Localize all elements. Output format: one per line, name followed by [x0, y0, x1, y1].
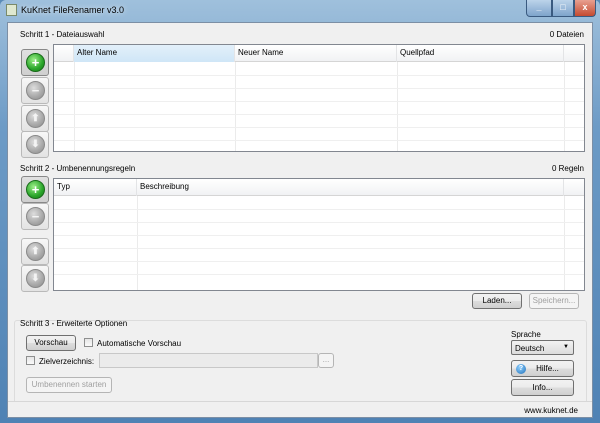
move-rule-up-button[interactable]: ⬆ [21, 238, 49, 265]
file-table[interactable]: Alter Name Neuer Name Quellpfad [53, 44, 585, 152]
row-header-column [54, 45, 74, 62]
client-area: Schritt 1 - Dateiauswahl 0 Dateien + − ⬆… [7, 22, 593, 418]
plus-icon: + [26, 180, 45, 199]
add-file-button[interactable]: + [21, 49, 49, 76]
arrow-down-icon: ⬇ [26, 135, 45, 154]
column-source-path[interactable]: Quellpfad [397, 45, 564, 62]
title-bar: KuKnet FileRenamer v3.0 _ □ x [0, 0, 600, 20]
column-new-name[interactable]: Neuer Name [235, 45, 397, 62]
file-table-header: Alter Name Neuer Name Quellpfad [54, 45, 584, 62]
start-rename-button[interactable]: Umbenennen starten [26, 377, 112, 393]
arrow-down-icon: ⬇ [26, 269, 45, 288]
move-rule-down-button[interactable]: ⬇ [21, 265, 49, 292]
rule-table-header: Typ Beschreibung [54, 179, 584, 196]
arrow-up-icon: ⬆ [26, 109, 45, 128]
language-label: Sprache [511, 330, 541, 339]
target-dir-label: Zielverzeichnis: [39, 357, 95, 366]
plus-icon: + [26, 53, 45, 72]
auto-preview-checkbox[interactable] [84, 338, 93, 347]
column-description[interactable]: Beschreibung [137, 179, 564, 196]
language-value: Deutsch [515, 344, 545, 353]
maximize-button[interactable]: □ [552, 0, 574, 17]
move-file-down-button[interactable]: ⬇ [21, 131, 49, 158]
save-rules-button[interactable]: Speichern... [529, 293, 579, 309]
app-icon [6, 4, 17, 16]
remove-file-button[interactable]: − [21, 77, 49, 104]
load-rules-button[interactable]: Laden... [472, 293, 522, 309]
auto-preview-label: Automatische Vorschau [97, 339, 182, 348]
column-old-name[interactable]: Alter Name [74, 45, 235, 62]
minus-icon: − [26, 81, 45, 100]
target-dir-input[interactable] [99, 353, 318, 368]
language-select[interactable]: Deutsch ▼ [511, 340, 574, 355]
help-icon: ? [516, 364, 526, 374]
info-button[interactable]: Info... [511, 379, 574, 396]
minus-icon: − [26, 207, 45, 226]
target-dir-checkbox[interactable] [26, 356, 35, 365]
arrow-up-icon: ⬆ [26, 242, 45, 261]
step1-label: Schritt 1 - Dateiauswahl [20, 30, 105, 39]
rule-table[interactable]: Typ Beschreibung [53, 178, 585, 291]
website-link[interactable]: www.kuknet.de [524, 406, 578, 415]
minimize-button[interactable]: _ [526, 0, 552, 17]
dropdown-arrow-icon: ▼ [563, 344, 569, 350]
help-button[interactable]: ? Hilfe... [511, 360, 574, 377]
preview-button[interactable]: Vorschau [26, 335, 76, 351]
help-label: Hilfe... [536, 364, 559, 373]
window-title: KuKnet FileRenamer v3.0 [21, 5, 125, 15]
step3-label: Schritt 3 - Erweiterte Optionen [20, 319, 128, 328]
status-bar: www.kuknet.de [8, 401, 592, 417]
step2-label: Schritt 2 - Umbenennungsregeln [20, 164, 136, 173]
close-button[interactable]: x [574, 0, 596, 17]
move-file-up-button[interactable]: ⬆ [21, 105, 49, 132]
column-type[interactable]: Typ [54, 179, 137, 196]
browse-button[interactable]: ... [318, 353, 334, 368]
add-rule-button[interactable]: + [21, 176, 49, 203]
file-count: 0 Dateien [549, 30, 584, 39]
app-window: KuKnet FileRenamer v3.0 _ □ x Schritt 1 … [0, 0, 600, 423]
rule-count: 0 Regeln [551, 164, 584, 173]
remove-rule-button[interactable]: − [21, 203, 49, 230]
